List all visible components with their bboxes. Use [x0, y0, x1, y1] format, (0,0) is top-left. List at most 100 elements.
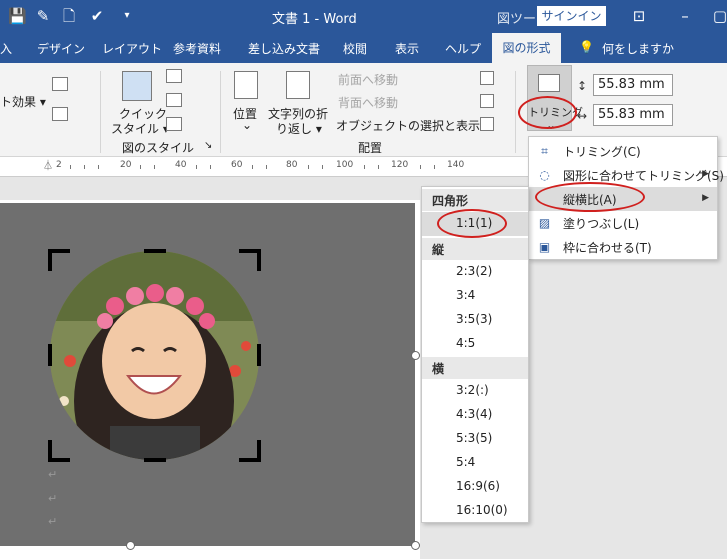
crop-icon: ⌗ [541, 144, 548, 158]
tab-picture-format[interactable]: 図の形式 [492, 33, 561, 63]
send-backward-button[interactable]: 背面へ移動 [338, 94, 398, 111]
aspect-option-16-9[interactable]: 16:9(6) [422, 475, 528, 499]
title-bar: 💾 ✎ 🗋 ✔ ▾ 文書 1 - Word 図ツー サインイン ⊡ – ▢ [0, 0, 727, 33]
height-input[interactable]: 55.83 mm [593, 74, 673, 96]
lightbulb-icon: 💡 [579, 40, 594, 54]
selection-pane-button[interactable]: オブジェクトの選択と表示 [336, 117, 480, 134]
crop-handle-left[interactable] [48, 344, 52, 366]
ruler-label: 120 [391, 160, 409, 170]
group-separator [220, 71, 221, 153]
tab-references[interactable]: 参考資料 [173, 40, 221, 57]
section-header-portrait: 縦 [422, 238, 528, 260]
resize-handle-bottom-right[interactable] [411, 541, 420, 550]
save-icon[interactable]: 💾 [8, 7, 27, 25]
crop-large-icon [538, 74, 560, 92]
menu-item-crop[interactable]: ⌗ トリミング(C) [529, 139, 717, 163]
aspect-option-3-4[interactable]: 3:4 [422, 284, 528, 308]
width-input[interactable]: 55.83 mm [593, 104, 673, 126]
picture-effects-button[interactable]: ト効果 ▾ [0, 93, 46, 110]
aspect-option-3-2[interactable]: 3:2(:) [422, 379, 528, 403]
aspect-option-5-4[interactable]: 5:4 [422, 451, 528, 475]
group-icon[interactable] [480, 94, 494, 108]
aspect-option-16-10[interactable]: 16:10(0) [422, 499, 528, 523]
menu-item-fill[interactable]: ▨ 塗りつぶし(L) [529, 211, 717, 235]
customize-qat-icon[interactable]: ▾ [118, 7, 136, 25]
annotation-ellipse-1-1 [437, 209, 507, 238]
edit-doc-icon[interactable]: ✎ [34, 7, 52, 25]
tab-view[interactable]: 表示 [395, 40, 419, 57]
fit-icon: ▣ [538, 240, 551, 254]
height-value: 55.83 mm [598, 77, 665, 92]
align-icon[interactable] [480, 71, 494, 85]
ruler-label: 40 [175, 160, 187, 170]
ruler-label: 60 [231, 160, 243, 170]
position-dropdown-arrow[interactable]: ⌄ [242, 118, 252, 132]
arrange-group-label: 配置 [358, 141, 383, 155]
crop-handle-top-right-v[interactable] [257, 249, 261, 271]
picture-styles-group-label: 図のスタイル [122, 141, 195, 155]
picture-border-small-icon[interactable] [166, 69, 182, 83]
crop-handle-top[interactable] [144, 249, 166, 253]
wrap-text-button-line2[interactable]: り返し ▾ [276, 120, 322, 137]
signin-button[interactable]: サインイン [537, 6, 606, 26]
aspect-option-5-3[interactable]: 5:3(5) [422, 427, 528, 451]
picture-layout-small-icon[interactable] [166, 117, 182, 131]
picture-effects-small-icon[interactable] [166, 93, 182, 107]
ruler-label: 2 [56, 160, 62, 170]
wrap-text-icon[interactable] [286, 71, 310, 99]
crop-handle-bottom-left-v[interactable] [48, 440, 52, 462]
tab-help[interactable]: ヘルプ [445, 40, 481, 57]
dialog-launcher-icon[interactable]: ↘ [204, 140, 212, 151]
group-separator [515, 71, 516, 153]
window-title: 文書 1 - Word [272, 12, 357, 27]
resize-handle-bottom[interactable] [126, 541, 135, 550]
paragraph-mark: ↵ [48, 492, 58, 505]
submenu-arrow-icon: ▶ [702, 193, 709, 203]
new-document-icon[interactable]: 🗋 [60, 7, 78, 25]
annotation-ellipse-crop [518, 96, 577, 129]
tab-insert[interactable]: 入 [0, 40, 12, 57]
aspect-option-4-3[interactable]: 4:3(4) [422, 403, 528, 427]
tab-mailings[interactable]: 差し込み文書 [248, 40, 320, 57]
indent-marker-icon[interactable]: ⏃ [43, 157, 53, 172]
position-icon[interactable] [234, 71, 258, 99]
picture-layout-icon[interactable] [52, 107, 68, 121]
width-icon: ↔ [577, 109, 588, 123]
ruler-label: 100 [336, 160, 354, 170]
context-tab-label: 図ツー [497, 12, 537, 27]
ribbon-tabs: 入 デザイン レイアウト 参考資料 差し込み文書 校閲 表示 ヘルプ 図の形式 … [0, 33, 727, 63]
width-value: 55.83 mm [598, 107, 665, 122]
bring-forward-button[interactable]: 前面へ移動 [338, 71, 398, 88]
crop-handle-bottom-right-v[interactable] [257, 440, 261, 462]
crop-handle-right[interactable] [257, 344, 261, 366]
resize-handle-right[interactable] [411, 351, 420, 360]
touch-mode-icon[interactable]: ✔ [88, 7, 106, 25]
shape-crop-icon: ◌ [539, 168, 550, 182]
section-header-square: 四角形 [422, 189, 528, 211]
crop-handle-top-left-v[interactable] [48, 249, 52, 271]
ruler-label: 80 [286, 160, 298, 170]
picture-border-icon[interactable] [52, 77, 68, 91]
menu-item-fit[interactable]: ▣ 枠に合わせる(T) [529, 235, 717, 259]
minimize-icon[interactable]: – [676, 7, 694, 25]
rotate-icon[interactable] [480, 117, 494, 131]
child-photo[interactable] [50, 251, 259, 460]
submenu-arrow-icon: ▶ [702, 169, 709, 179]
aspect-option-3-5[interactable]: 3:5(3) [422, 308, 528, 332]
paragraph-mark: ↵ [48, 468, 58, 481]
crop-handle-bottom[interactable] [144, 458, 166, 462]
paragraph-mark: ↵ [48, 515, 58, 528]
tab-design[interactable]: デザイン [37, 40, 85, 57]
ribbon-display-options-icon[interactable]: ⊡ [630, 7, 648, 25]
tab-review[interactable]: 校閲 [343, 40, 367, 57]
fill-icon: ▨ [538, 216, 551, 230]
aspect-option-4-5[interactable]: 4:5 [422, 332, 528, 356]
annotation-ellipse-aspect [535, 182, 645, 212]
menu-item-crop-to-shape[interactable]: ◌ 図形に合わせてトリミング(S) ▶ [529, 163, 724, 187]
aspect-option-2-3[interactable]: 2:3(2) [422, 260, 528, 284]
tell-me-search[interactable]: 何をしますか [602, 40, 674, 57]
quick-styles-icon[interactable] [122, 71, 152, 101]
quick-styles-label2[interactable]: スタイル ▾ [111, 120, 169, 137]
restore-icon[interactable]: ▢ [711, 7, 727, 25]
tab-layout[interactable]: レイアウト [102, 40, 162, 57]
